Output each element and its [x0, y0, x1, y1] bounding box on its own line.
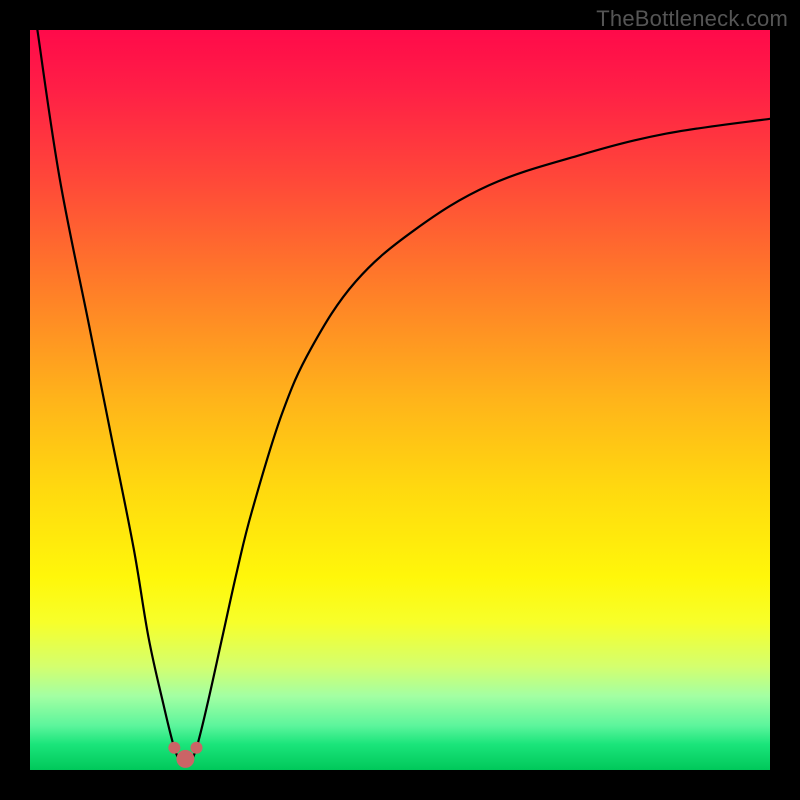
marker-min-left: [168, 742, 180, 754]
chart-frame: TheBottleneck.com: [0, 0, 800, 800]
bottleneck-curve: [37, 30, 770, 765]
marker-min-right: [191, 742, 203, 754]
curve-markers: [168, 742, 202, 768]
marker-min-bottom: [176, 750, 194, 768]
plot-area: [30, 30, 770, 770]
bottleneck-curve-layer: [30, 30, 770, 770]
watermark-text: TheBottleneck.com: [596, 6, 788, 32]
